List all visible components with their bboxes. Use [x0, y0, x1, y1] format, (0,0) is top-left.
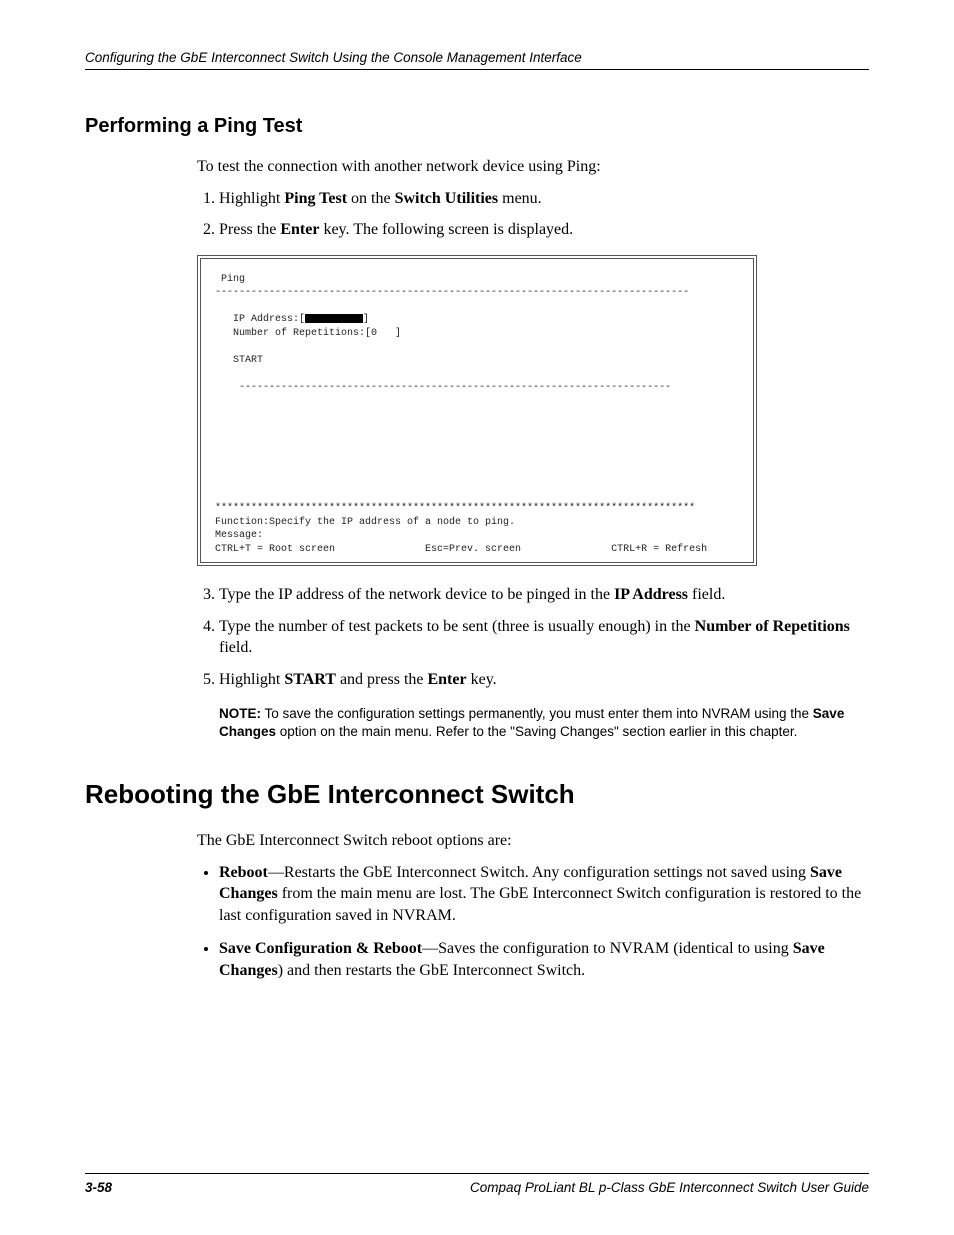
- page-footer: 3-58 Compaq ProLiant BL p-Class GbE Inte…: [85, 1173, 869, 1195]
- step-5: Highlight START and press the Enter key.: [219, 669, 869, 691]
- term-dash2: ----------------------------------------…: [209, 382, 671, 393]
- book-title: Compaq ProLiant BL p-Class GbE Interconn…: [470, 1180, 869, 1195]
- step-4: Type the number of test packets to be se…: [219, 616, 869, 659]
- note-label: NOTE:: [219, 706, 261, 721]
- running-header: Configuring the GbE Interconnect Switch …: [85, 50, 869, 70]
- b1-text2: from the main menu are lost. The GbE Int…: [219, 885, 861, 924]
- page-number: 3-58: [85, 1180, 112, 1195]
- step-2: Press the Enter key. The following scree…: [219, 219, 869, 241]
- step4-textB: field.: [219, 639, 252, 656]
- section-title-ping: Performing a Ping Test: [85, 115, 869, 138]
- step1-textB: on the: [347, 190, 395, 207]
- terminal-screenshot: Ping -----------------------------------…: [197, 255, 757, 567]
- step-1: Highlight Ping Test on the Switch Utilit…: [219, 188, 869, 210]
- step5-textA: Highlight: [219, 671, 284, 688]
- step4-textA: Type the number of test packets to be se…: [219, 618, 695, 635]
- b1-text1: —Restarts the GbE Interconnect Switch. A…: [268, 864, 810, 881]
- term-dash1: ----------------------------------------…: [209, 287, 689, 298]
- intro-reboot: The GbE Interconnect Switch reboot optio…: [197, 830, 869, 852]
- b1-bold1: Reboot: [219, 864, 268, 881]
- term-cursor-icon: [305, 314, 363, 323]
- step4-bold: Number of Repetitions: [695, 618, 850, 635]
- step2-textA: Press the: [219, 221, 280, 238]
- term-rep-line: Number of Repetitions:[0 ]: [209, 328, 401, 339]
- section-title-reboot: Rebooting the GbE Interconnect Switch: [85, 779, 869, 810]
- step-3: Type the IP address of the network devic…: [219, 584, 869, 606]
- step3-textA: Type the IP address of the network devic…: [219, 586, 614, 603]
- step5-textC: key.: [467, 671, 497, 688]
- note-block: NOTE: To save the configuration settings…: [219, 705, 869, 741]
- bullet-reboot: Reboot—Restarts the GbE Interconnect Swi…: [219, 862, 869, 927]
- b2-text1: —Saves the configuration to NVRAM (ident…: [422, 940, 793, 957]
- note-body2: option on the main menu. Refer to the "S…: [276, 724, 797, 739]
- step3-textB: field.: [688, 586, 725, 603]
- intro-ping: To test the connection with another netw…: [197, 156, 869, 178]
- step5-bold2: Enter: [427, 671, 466, 688]
- term-func: Function:Specify the IP address of a nod…: [209, 517, 515, 528]
- term-start: START: [209, 355, 263, 366]
- b2-bold1: Save Configuration & Reboot: [219, 940, 422, 957]
- term-help-mid: Esc=Prev. screen: [425, 544, 521, 555]
- step5-textB: and press the: [336, 671, 428, 688]
- term-stars: ****************************************…: [209, 503, 695, 514]
- step3-bold: IP Address: [614, 586, 688, 603]
- step5-bold1: START: [284, 671, 336, 688]
- term-title: Ping: [209, 274, 245, 285]
- step1-textA: Highlight: [219, 190, 284, 207]
- bullet-saveconfig: Save Configuration & Reboot—Saves the co…: [219, 938, 869, 981]
- term-help-right: CTRL+R = Refresh: [611, 544, 707, 555]
- step2-textB: key. The following screen is displayed.: [319, 221, 573, 238]
- b2-text2: ) and then restarts the GbE Interconnect…: [278, 962, 585, 979]
- term-ip-close: ]: [363, 314, 369, 325]
- term-ip-label: IP Address:[: [209, 314, 305, 325]
- step1-textC: menu.: [498, 190, 542, 207]
- step1-bold2: Switch Utilities: [395, 190, 499, 207]
- term-msg: Message:: [209, 530, 263, 541]
- note-body1: To save the configuration settings perma…: [261, 706, 813, 721]
- step1-bold1: Ping Test: [284, 190, 347, 207]
- step2-bold: Enter: [280, 221, 319, 238]
- term-help-left: CTRL+T = Root screen: [209, 544, 335, 555]
